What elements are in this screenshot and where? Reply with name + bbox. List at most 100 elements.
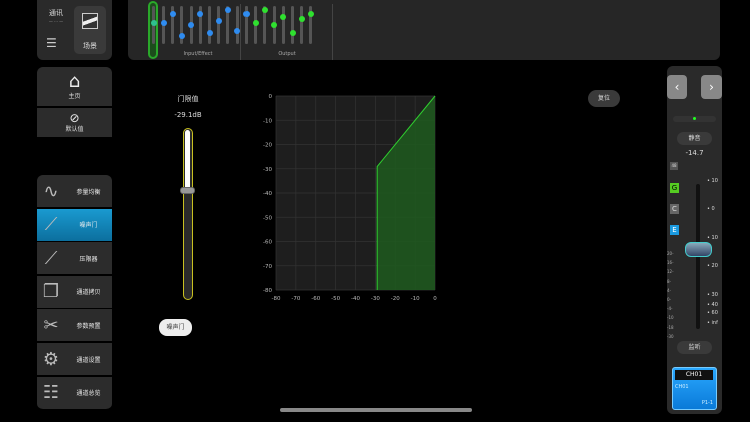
next-channel-button[interactable]: › — [701, 75, 722, 99]
mini-fader-knob[interactable] — [160, 20, 167, 27]
home-button[interactable]: ⌂ 主页 — [37, 67, 112, 107]
solo-button[interactable]: 监听 — [677, 341, 712, 354]
mixer-overview-strip[interactable]: Input/Effect Output — [128, 0, 720, 60]
y-tick-label: -70 — [263, 264, 272, 270]
x-tick-label: -30 — [371, 296, 380, 302]
mini-fader[interactable] — [281, 6, 285, 44]
mini-fader-knob[interactable] — [243, 11, 250, 18]
meter-scale-label: 12- — [667, 269, 674, 275]
y-tick-label: -40 — [263, 191, 272, 197]
mini-fader-knob[interactable] — [178, 33, 185, 40]
mini-fader[interactable] — [208, 6, 211, 44]
gate-badge[interactable]: G — [670, 183, 679, 193]
fader-thumb[interactable] — [685, 242, 712, 258]
mini-fader-knob[interactable] — [188, 22, 195, 28]
top-left-panel: 通讯 — ··· — ☰ 场景 — [37, 0, 112, 60]
mini-fader-knob[interactable] — [215, 18, 222, 25]
copy-icon: ❐ — [42, 281, 60, 303]
divider — [240, 4, 241, 60]
y-tick-label: -20 — [263, 143, 272, 149]
default-label: 默认值 — [65, 126, 84, 133]
nav-item-3[interactable]: ❐ 通道拷贝 — [37, 275, 112, 309]
mini-fader-knob[interactable] — [280, 13, 287, 20]
fader-scale-label: • 10 — [707, 234, 718, 241]
nav-item-0[interactable]: ∿ 参量均衡 — [37, 175, 112, 208]
home-icon: ⌂ — [68, 71, 81, 92]
x-tick-label: -50 — [331, 296, 340, 302]
nav-item-label: 参数预置 — [76, 322, 101, 330]
channel-strip: ‹ › 静音 -14.7 48 G C E 20- 16- 12- 8- 4- 0- -4-… — [667, 66, 722, 414]
eq-badge[interactable]: E — [670, 225, 679, 235]
comm-status: — ··· — — [48, 19, 64, 24]
meter-scale-label: 8- — [667, 278, 671, 284]
fader-scale-label: • 40 — [707, 301, 718, 308]
fader-scale-label: • inf — [707, 320, 718, 326]
mini-fader-knob[interactable] — [206, 29, 213, 36]
signal-meter — [673, 116, 716, 122]
x-tick-label: 0 — [433, 296, 437, 302]
nav-item-1[interactable]: ⟋ 噪声门 — [37, 208, 112, 242]
default-button[interactable]: ⊘ 默认值 — [37, 108, 112, 138]
nav-item-label: 通道总览 — [76, 390, 101, 398]
scene-icon — [82, 13, 98, 29]
fader-scale-label: • 10 — [707, 178, 718, 184]
mini-fader-knob[interactable] — [252, 20, 259, 27]
mini-fader-knob[interactable] — [224, 6, 231, 13]
group-label-input: Input/Effect — [183, 51, 213, 57]
nav-item-4[interactable]: ✂ 参数预置 — [37, 309, 112, 343]
comp-badge[interactable]: C — [670, 204, 679, 214]
channel-port: P1-1 — [701, 400, 713, 406]
prev-channel-button[interactable]: ‹ — [667, 75, 687, 99]
mini-fader-knob[interactable] — [307, 10, 314, 17]
fader-scale-label: • 20 — [707, 263, 718, 270]
mini-fader-knob[interactable] — [271, 22, 278, 28]
x-tick-label: -20 — [391, 296, 400, 302]
channel-name-card[interactable]: CH01 CH01 P1-1 — [672, 367, 717, 410]
preset-folder-icon: ✂ — [43, 314, 59, 336]
gate-value: -29.1dB — [174, 111, 202, 119]
gate-toggle-button[interactable]: 噪声门 — [159, 319, 192, 336]
comm-label: 通讯 — [49, 9, 63, 17]
nav-item-label: 噪声门 — [79, 222, 98, 230]
scene-label: 场景 — [83, 42, 97, 50]
eq-curve-icon: ∿ — [43, 180, 59, 202]
reset-button[interactable]: 复位 — [588, 90, 620, 107]
mini-fader-knob[interactable] — [261, 6, 268, 13]
mini-fader-knob[interactable] — [197, 10, 204, 17]
meter-scale-label: 4- — [667, 287, 671, 293]
y-tick-label: -30 — [263, 167, 272, 173]
scene-button[interactable]: 场景 — [74, 6, 106, 54]
mini-fader-knob[interactable] — [169, 11, 176, 18]
mini-fader-knob[interactable] — [234, 27, 241, 34]
y-tick-label: -80 — [263, 288, 272, 294]
channel-sub: CH01 — [675, 384, 689, 390]
gears-icon: ⚙ — [42, 348, 60, 370]
mini-fader[interactable] — [217, 6, 221, 44]
y-tick-label: 0 — [269, 94, 273, 100]
y-tick-label: -10 — [263, 118, 272, 124]
mini-fader-knob[interactable] — [289, 29, 296, 36]
mini-fader-knob[interactable] — [150, 20, 157, 27]
x-tick-label: -10 — [411, 296, 420, 302]
phantom-48-badge[interactable]: 48 — [670, 162, 678, 170]
gate-title: 门限值 — [177, 95, 199, 103]
nav-item-6[interactable]: ☷ 通道总览 — [37, 376, 112, 410]
nav-item-5[interactable]: ⚙ 通道设置 — [37, 343, 112, 376]
meter-scale-label: -4- — [667, 306, 673, 312]
slider-fill — [185, 130, 190, 192]
mute-button[interactable]: 静音 — [677, 132, 712, 145]
slider-thumb[interactable] — [180, 187, 195, 195]
divider — [332, 4, 333, 60]
nav-item-2[interactable]: ⟋ 压限器 — [37, 242, 112, 276]
menu-icon[interactable]: ☰ — [46, 36, 57, 50]
threshold-slider[interactable] — [180, 128, 195, 300]
mini-fader[interactable] — [291, 6, 294, 44]
x-tick-label: -80 — [272, 296, 281, 302]
meter-scale-label: -18 — [667, 324, 674, 330]
mini-fader-knob[interactable] — [298, 16, 305, 23]
fader-scale-label: • 60 — [707, 310, 718, 317]
mini-fader[interactable] — [235, 6, 239, 44]
mini-fader[interactable] — [300, 6, 304, 44]
overview-grid-icon: ☷ — [42, 382, 60, 404]
nav-item-label: 通道设置 — [76, 356, 101, 364]
